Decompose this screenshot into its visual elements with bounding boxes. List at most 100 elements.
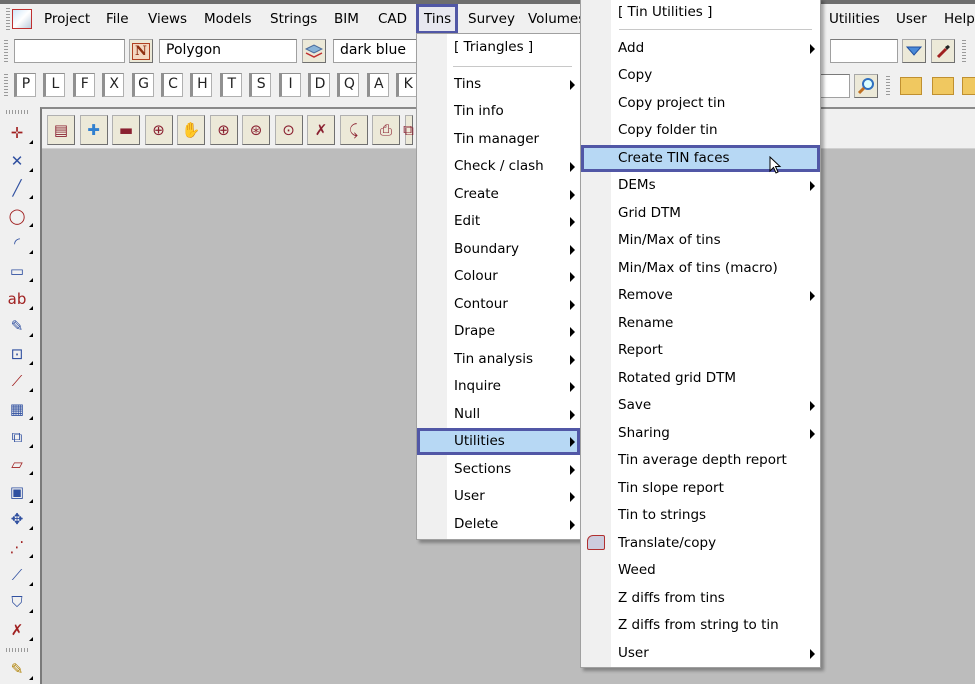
menu-item-boundary[interactable]: Boundary	[417, 236, 580, 263]
line-cross-icon[interactable]: ✕	[5, 150, 33, 172]
menu-utilities[interactable]: Utilities	[829, 11, 880, 27]
menu-item-colour[interactable]: Colour	[417, 263, 580, 290]
menu-item-z-diffs-from-string-to-tin[interactable]: Z diffs from string to tin	[581, 612, 820, 639]
letter-button-a[interactable]: A	[366, 73, 389, 97]
menu-item-copy[interactable]: Copy	[581, 62, 820, 89]
letter-button-i[interactable]: I	[278, 73, 301, 97]
line-icon[interactable]: ╱	[5, 177, 33, 200]
menu-volumes[interactable]: Volumes	[528, 11, 585, 27]
menu-file[interactable]: File	[106, 11, 129, 27]
colour-line-icon[interactable]: ⟋	[5, 564, 33, 586]
menu-item-utilities[interactable]: Utilities	[417, 428, 580, 455]
menu-item-weed[interactable]: Weed	[581, 557, 820, 584]
toolbar-grip[interactable]	[6, 648, 30, 652]
menu-project[interactable]: Project	[44, 11, 90, 27]
search-input[interactable]	[820, 74, 850, 98]
letter-button-t[interactable]: T	[219, 73, 242, 97]
toolbar-grip[interactable]	[886, 76, 890, 96]
menu-item-drape[interactable]: Drape	[417, 318, 580, 345]
letter-button-q[interactable]: Q	[337, 73, 360, 97]
menu-item-user[interactable]: User	[417, 483, 580, 510]
folder-models-icon[interactable]	[900, 77, 922, 95]
menu-views[interactable]: Views	[148, 11, 187, 27]
letter-button-l[interactable]: L	[43, 73, 66, 97]
zoom-extent-button[interactable]: ⊕	[144, 115, 173, 145]
name-input[interactable]	[14, 39, 125, 63]
letter-button-x[interactable]: X	[102, 73, 125, 97]
menu-item-add[interactable]: Add	[581, 35, 820, 62]
layers-button[interactable]	[302, 39, 326, 63]
menu-item-sharing[interactable]: Sharing	[581, 420, 820, 447]
string-type-input[interactable]: Polygon	[159, 39, 297, 63]
menu-item-min-max-of-tins[interactable]: Min/Max of tins	[581, 227, 820, 254]
menu-item-copy-project-tin[interactable]: Copy project tin	[581, 90, 820, 117]
menu-survey[interactable]: Survey	[468, 11, 515, 27]
menu-item-sections[interactable]: Sections	[417, 456, 580, 483]
letter-button-c[interactable]: C	[161, 73, 183, 97]
menu-item-tin-info[interactable]: Tin info	[417, 98, 580, 125]
n-button[interactable]: N	[129, 39, 153, 63]
toolbar-grip[interactable]	[4, 40, 8, 62]
menu-item-create[interactable]: Create	[417, 181, 580, 208]
letter-button-d[interactable]: D	[308, 73, 330, 97]
menu-item-check-clash[interactable]: Check / clash	[417, 153, 580, 180]
letter-button-s[interactable]: S	[249, 73, 272, 97]
letter-button-h[interactable]: H	[190, 73, 213, 97]
grip[interactable]	[6, 8, 10, 30]
menu-item-remove[interactable]: Remove	[581, 282, 820, 309]
menu-item-dems[interactable]: DEMs	[581, 172, 820, 199]
toolbar-grip[interactable]	[962, 40, 966, 62]
zoom-previous-button[interactable]: ⊙	[274, 115, 303, 145]
menu-item-min-max-of-tins-macro-[interactable]: Min/Max of tins (macro)	[581, 255, 820, 282]
measure-icon[interactable]: ⟋	[5, 370, 33, 393]
circle-icon[interactable]: ◯	[5, 205, 33, 227]
folder-icon[interactable]	[962, 77, 975, 95]
cross-section-button[interactable]: ✗	[307, 115, 335, 145]
menu-help[interactable]: Help	[944, 11, 975, 27]
menu-item-tin-slope-report[interactable]: Tin slope report	[581, 475, 820, 502]
move-icon[interactable]: ✥	[5, 508, 33, 531]
menu-strings[interactable]: Strings	[270, 11, 317, 27]
print-button[interactable]: ⎙	[372, 115, 400, 145]
symbol-icon[interactable]: ⊡	[5, 343, 33, 365]
zoom-out-button[interactable]: ▬	[112, 115, 140, 145]
letter-button-p[interactable]: P	[14, 73, 36, 97]
find-button[interactable]	[854, 74, 878, 98]
menu-item-z-diffs-from-tins[interactable]: Z diffs from tins	[581, 585, 820, 612]
zoom-centre-button[interactable]: ⊛	[242, 115, 270, 145]
toolbar-grip[interactable]	[6, 110, 30, 114]
pen-icon[interactable]: ✎	[5, 658, 33, 680]
point-icon[interactable]: ✛	[5, 122, 33, 144]
menu-item-report[interactable]: Report	[581, 337, 820, 364]
menu-item-null[interactable]: Null	[417, 401, 580, 428]
menu-tins[interactable]: Tins	[416, 4, 458, 34]
colour-input[interactable]: dark blue	[333, 39, 417, 63]
menu-item-tin-average-depth-report[interactable]: Tin average depth report	[581, 447, 820, 474]
menu-item-user[interactable]: User	[581, 640, 820, 667]
letter-button-f[interactable]: F	[72, 73, 95, 97]
menu-item-tin-manager[interactable]: Tin manager	[417, 126, 580, 153]
pick-button[interactable]: ⤹	[339, 115, 368, 145]
delete-points-icon[interactable]: ✗	[5, 619, 33, 641]
plot-frame-button[interactable]: ▤	[47, 115, 75, 145]
letter-button-g[interactable]: G	[131, 73, 154, 97]
letter-button-k[interactable]: K	[396, 73, 419, 97]
menu-item-tin-analysis[interactable]: Tin analysis	[417, 346, 580, 373]
table-icon[interactable]: ▦	[5, 398, 33, 420]
menu-item-tin-to-strings[interactable]: Tin to strings	[581, 502, 820, 529]
menu-item-grid-dtm[interactable]: Grid DTM	[581, 200, 820, 227]
right-input[interactable]	[830, 39, 898, 63]
menu-item-edit[interactable]: Edit	[417, 208, 580, 235]
menu-user[interactable]: User	[896, 11, 927, 27]
menu-bim[interactable]: BIM	[334, 11, 359, 27]
shape-icon[interactable]: ▱	[5, 453, 33, 476]
menu-item-save[interactable]: Save	[581, 392, 820, 419]
menu-item-rotated-grid-dtm[interactable]: Rotated grid DTM	[581, 365, 820, 392]
menu-item-inquire[interactable]: Inquire	[417, 373, 580, 400]
menu-item-tins[interactable]: Tins	[417, 71, 580, 98]
zoom-in-button[interactable]: ✚	[79, 115, 108, 145]
menu-item-create-tin-faces[interactable]: Create TIN faces	[581, 144, 820, 172]
offset-icon[interactable]: ⋰	[5, 536, 33, 558]
paint-icon[interactable]: ✎	[5, 315, 33, 338]
eyedropper-button[interactable]	[931, 39, 955, 63]
